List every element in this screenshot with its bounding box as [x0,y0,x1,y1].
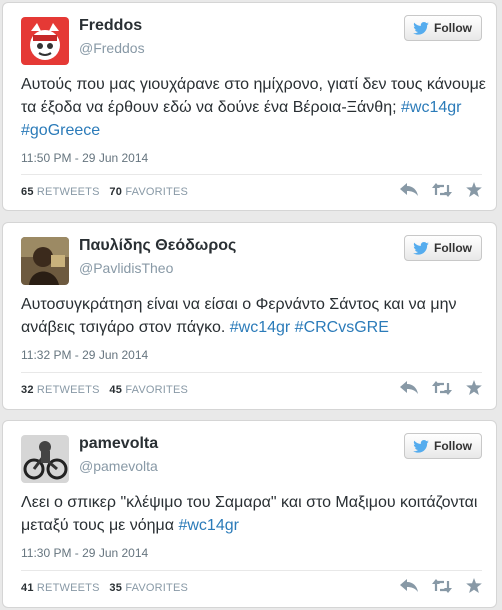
retweet-icon[interactable] [432,380,452,395]
favorite-count[interactable]: 35 [109,582,122,594]
retweets-label[interactable]: RETWEETS [37,384,100,396]
author-name[interactable]: pamevolta [79,435,158,453]
follow-button[interactable]: Follow [404,235,482,261]
follow-label: Follow [434,439,472,453]
divider [21,174,482,175]
favorites-label[interactable]: FAVORITES [125,186,188,198]
twitter-bird-icon [413,439,429,453]
tweet-text: Λεει ο σπικερ "κλέψιμο του Σαμαρα" και σ… [21,491,491,537]
tweet-stats: 32 RETWEETS 45 FAVORITES [21,384,188,396]
divider [21,570,482,571]
tweet-body: Λεει ο σπικερ "κλέψιμο του Σαμαρα" και σ… [21,494,478,534]
retweets-label[interactable]: RETWEETS [37,186,100,198]
hashtag-link[interactable]: #wc14gr [230,319,290,336]
retweet-count[interactable]: 65 [21,186,34,198]
tweet-card: Freddos @Freddos Follow Αυτούς που μας γ… [2,2,497,211]
author-handle[interactable]: @PavlidisTheo [79,260,173,276]
tweet-card: pamevolta @pamevolta Follow Λεει ο σπικε… [2,420,497,608]
reply-icon[interactable] [400,182,418,197]
twitter-bird-icon [413,241,429,255]
hashtag-link[interactable]: #wc14gr [178,517,238,534]
hashtag-link[interactable]: #CRCvsGRE [295,319,389,336]
avatar[interactable] [21,435,69,483]
tweet-actions [400,182,482,197]
reply-icon[interactable] [400,578,418,593]
star-icon[interactable] [466,380,482,395]
favorite-count[interactable]: 45 [109,384,122,396]
tweet-timestamp[interactable]: 11:32 PM - 29 Jun 2014 [21,348,148,362]
star-icon[interactable] [466,182,482,197]
tweet-card: Παυλίδης Θεόδωρος @PavlidisTheo Follow Α… [2,222,497,410]
follow-button[interactable]: Follow [404,433,482,459]
hashtag-link[interactable]: #wc14gr [401,99,461,116]
avatar[interactable] [21,237,69,285]
tweet-timestamp[interactable]: 11:50 PM - 29 Jun 2014 [21,151,148,165]
favorites-label[interactable]: FAVORITES [125,582,188,594]
tweet-stats: 41 RETWEETS 35 FAVORITES [21,582,188,594]
tweet-actions [400,578,482,593]
favorites-label[interactable]: FAVORITES [125,384,188,396]
retweets-label[interactable]: RETWEETS [37,582,100,594]
star-icon[interactable] [466,578,482,593]
reply-icon[interactable] [400,380,418,395]
author-handle[interactable]: @Freddos [79,40,145,56]
author-handle[interactable]: @pamevolta [79,458,158,474]
author-name[interactable]: Παυλίδης Θεόδωρος [79,237,236,255]
follow-button[interactable]: Follow [404,15,482,41]
follow-label: Follow [434,241,472,255]
twitter-bird-icon [413,21,429,35]
avatar[interactable] [21,17,69,65]
retweet-icon[interactable] [432,182,452,197]
tweet-stats: 65 RETWEETS 70 FAVORITES [21,186,188,198]
tweet-actions [400,380,482,395]
retweet-icon[interactable] [432,578,452,593]
tweet-timestamp[interactable]: 11:30 PM - 29 Jun 2014 [21,546,148,560]
follow-label: Follow [434,21,472,35]
tweet-text: Αυτοσυγκράτηση είναι να είσαι ο Φερνάντο… [21,293,491,339]
favorite-count[interactable]: 70 [109,186,122,198]
divider [21,372,482,373]
retweet-count[interactable]: 32 [21,384,34,396]
retweet-count[interactable]: 41 [21,582,34,594]
hashtag-link[interactable]: #goGreece [21,122,100,139]
author-name[interactable]: Freddos [79,17,142,35]
tweet-text: Αυτούς που μας γιουχάρανε στο ημίχρονο, … [21,73,491,142]
